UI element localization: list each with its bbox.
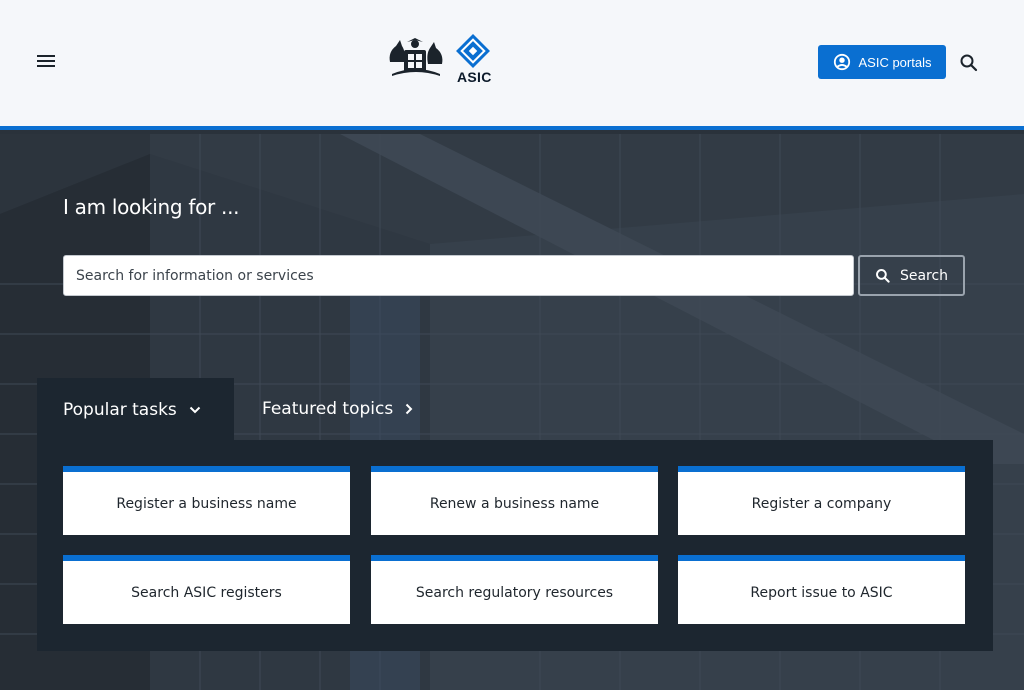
tab-featured-topics-label: Featured topics — [262, 399, 394, 419]
search-input[interactable] — [63, 255, 854, 296]
task-card-report-issue[interactable]: Report issue to ASIC — [678, 555, 965, 624]
site-header: ASIC ASIC portals — [0, 0, 1024, 130]
search-button[interactable]: Search — [858, 255, 965, 296]
task-card-register-business-name[interactable]: Register a business name — [63, 466, 350, 535]
search-icon — [875, 268, 890, 283]
tab-popular-tasks[interactable]: Popular tasks — [37, 378, 234, 442]
chevron-down-icon — [189, 406, 201, 414]
tab-popular-tasks-label: Popular tasks — [63, 400, 177, 420]
search-button-label: Search — [899, 267, 949, 284]
chevron-right-icon — [406, 403, 413, 415]
menu-icon[interactable] — [37, 55, 55, 69]
hero-heading: I am looking for ... — [63, 195, 240, 219]
tab-featured-topics[interactable]: Featured topics — [262, 378, 413, 440]
task-card-search-registers[interactable]: Search ASIC registers — [63, 555, 350, 624]
task-card-renew-business-name[interactable]: Renew a business name — [371, 466, 658, 535]
account-circle-icon — [833, 53, 850, 71]
logo-text: ASIC — [457, 69, 492, 85]
asic-portals-label: ASIC portals — [858, 54, 932, 70]
task-card-register-company[interactable]: Register a company — [678, 466, 965, 535]
asic-portals-button[interactable]: ASIC portals — [818, 45, 946, 79]
search-icon[interactable] — [959, 53, 979, 73]
task-card-search-regulatory-resources[interactable]: Search regulatory resources — [371, 555, 658, 624]
